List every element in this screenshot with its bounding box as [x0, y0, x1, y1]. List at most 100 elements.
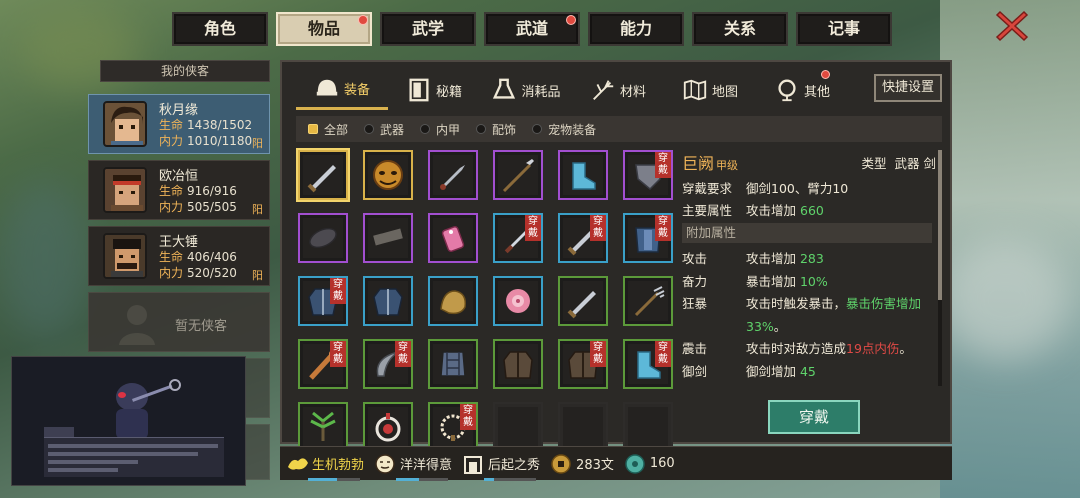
filter-option[interactable]: 全部 [308, 121, 348, 138]
quick-settings-button[interactable]: 快捷设置 [874, 74, 942, 102]
item-slot[interactable] [363, 276, 413, 326]
potion-icon [493, 78, 516, 99]
item-slot[interactable] [298, 402, 348, 452]
party-member-card[interactable]: 王大锤 生命 406/406 内力 520/520 阳 [88, 226, 270, 286]
category-tab-3[interactable]: 材料 [572, 70, 664, 110]
filter-radio[interactable] [420, 124, 431, 134]
filter-radio[interactable] [364, 124, 375, 134]
item-slot[interactable]: 穿戴 [298, 339, 348, 389]
detail-scrollbar[interactable] [938, 150, 942, 386]
item-slot[interactable]: 穿戴 [558, 339, 608, 389]
alignment-tag: 阳 [252, 203, 263, 216]
tab-3[interactable]: 武道 [484, 12, 580, 46]
item-slot-inner [368, 218, 408, 258]
item-slot[interactable] [298, 150, 348, 200]
item-slot[interactable]: 穿戴 [363, 339, 413, 389]
item-slot[interactable] [493, 276, 543, 326]
filter-option[interactable]: 内甲 [420, 121, 460, 138]
robe-icon [373, 288, 403, 316]
worn-badge: 穿戴 [590, 341, 606, 367]
party-member-card[interactable]: 欧冶恒 生命 916/916 内力 505/505 阳 [88, 160, 270, 220]
extra-attr-row: 狂暴 攻击时触发暴击，暴击伤害增加 [682, 293, 921, 312]
trident-icon [634, 286, 665, 317]
video-overlay[interactable] [11, 356, 246, 486]
category-tab-label: 秘籍 [435, 84, 462, 100]
item-slot[interactable] [363, 402, 413, 452]
requirement-label: 穿戴要求 [682, 181, 733, 196]
category-tab-1[interactable]: 秘籍 [388, 70, 480, 110]
close-button[interactable] [994, 8, 1030, 44]
empty-item-slot[interactable] [558, 402, 608, 452]
filter-radio[interactable] [308, 124, 318, 134]
tab-5[interactable]: 关系 [692, 12, 788, 46]
party-member-card[interactable]: 秋月缘 生命 1438/1502 内力 1010/1180 阳 [88, 94, 270, 154]
status-effect[interactable]: 洋洋得意 [374, 453, 453, 481]
status-effect[interactable]: 生机勃勃 [286, 453, 364, 481]
item-slot[interactable]: 穿戴 [428, 402, 478, 452]
video-dialog-line [48, 452, 198, 456]
extra-attr-row: 御剑 御剑增加 45 [682, 361, 816, 380]
item-slot[interactable]: 穿戴 [493, 213, 543, 263]
item-slot[interactable] [298, 213, 348, 263]
filter-option[interactable]: 武器 [364, 121, 404, 138]
category-tab-label: 消耗品 [521, 84, 561, 100]
tab-label: 关系 [723, 19, 756, 38]
background-foliage [0, 180, 90, 340]
coat-icon [503, 351, 533, 379]
attr-highlight: 暴击伤害增加 [846, 296, 922, 311]
item-grade: 甲级 [716, 159, 739, 172]
item-slot[interactable]: 穿戴 [623, 213, 673, 263]
filter-radio[interactable] [532, 124, 543, 134]
item-slot[interactable] [428, 213, 478, 263]
category-tab-5[interactable]: 其他 [756, 70, 848, 110]
item-slot[interactable] [428, 339, 478, 389]
empty-party-slot[interactable]: 暂无侠客 [88, 292, 270, 352]
category-tab-2[interactable]: 消耗品 [480, 70, 572, 110]
category-tab-4[interactable]: 地图 [664, 70, 756, 110]
attr-key: 攻击 [682, 251, 708, 266]
item-slot[interactable] [623, 276, 673, 326]
item-slot[interactable]: 穿戴 [623, 150, 673, 200]
item-name-text: 巨阙 [682, 154, 715, 173]
hp-value: 916/916 [187, 184, 237, 198]
item-slot[interactable] [363, 213, 413, 263]
item-slot[interactable] [428, 150, 478, 200]
item-slot[interactable] [558, 276, 608, 326]
filter-option[interactable]: 配饰 [476, 121, 516, 138]
item-slot[interactable]: 穿戴 [623, 339, 673, 389]
item-slot[interactable]: 穿戴 [558, 213, 608, 263]
tab-1[interactable]: 物品 [276, 12, 372, 46]
status-effect[interactable]: 后起之秀 [462, 453, 540, 481]
worn-badge: 穿戴 [460, 404, 476, 430]
item-slot[interactable] [493, 339, 543, 389]
lamp-icon [774, 77, 800, 103]
item-slot[interactable] [363, 150, 413, 200]
category-tab-0[interactable]: 装备 [296, 70, 388, 110]
empty-item-slot[interactable] [493, 402, 543, 452]
gem-icon [309, 227, 337, 249]
item-slot[interactable] [558, 150, 608, 200]
worn-badge: 穿戴 [655, 215, 671, 241]
tab-0[interactable]: 角色 [172, 12, 268, 46]
item-slot[interactable] [493, 150, 543, 200]
tab-6[interactable]: 记事 [796, 12, 892, 46]
wear-button[interactable]: 穿戴 [768, 400, 860, 434]
item-slot-inner [433, 344, 473, 384]
ring-icon [375, 413, 401, 442]
close-x-icon [995, 10, 1029, 42]
attr-desc: 攻击增加 [746, 251, 800, 266]
attr-suffix: 。 [899, 341, 912, 356]
top-tab-bar: 角色 物品 武学 武道 能力 关系 记事 [172, 12, 892, 46]
filter-option[interactable]: 宠物装备 [532, 121, 596, 138]
status-label: 洋洋得意 [400, 458, 453, 473]
tab-4[interactable]: 能力 [588, 12, 684, 46]
item-slot[interactable] [428, 276, 478, 326]
tab-2[interactable]: 武学 [380, 12, 476, 46]
empty-item-slot[interactable] [623, 402, 673, 452]
filter-radio[interactable] [476, 124, 487, 134]
helmet-icon [316, 79, 338, 95]
item-slot[interactable]: 穿戴 [298, 276, 348, 326]
item-slot-inner [303, 155, 343, 195]
attr-key: 狂暴 [682, 296, 708, 311]
scroll-thumb[interactable] [938, 150, 942, 300]
